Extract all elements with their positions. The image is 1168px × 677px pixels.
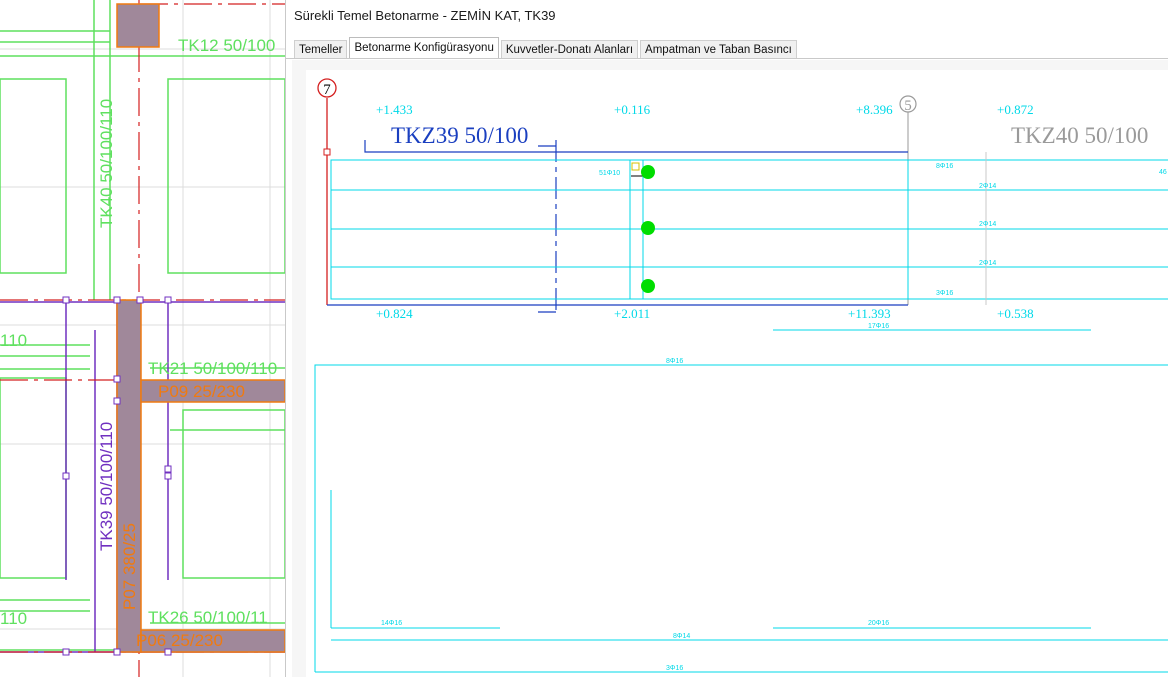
beam-elevation [330,152,1168,305]
label-p06: P06 25/230 [136,631,223,650]
label-tk26: TK26 50/100/11 [148,608,268,627]
label-tk12: TK12 50/100 [178,36,275,55]
rebar-label-3phi16-bottom: 3Φ16 [666,665,683,672]
rebar-label-14phi16: 14Φ16 [381,620,402,627]
label-tk40: TK40 50/100/110 [97,99,116,228]
beam-lines [0,300,285,653]
moment-top-3: +8.396 [856,102,893,117]
moment-bottom-2: +2.011 [614,306,650,321]
plan-grid [0,0,285,677]
rebar-label-46: 46 [1159,169,1167,176]
moment-bottom-4: +0.538 [997,306,1034,321]
axis-bubble-5: 5 [899,95,917,114]
label-p07: P07 380/25 [120,523,139,610]
moment-top-4: +0.872 [997,102,1034,117]
rebar-label-17phi16: 17Φ16 [868,323,889,330]
plan-drawing[interactable]: TK12 50/100 TK40 50/100/110 110 TK21 50/… [0,0,285,677]
rebar-label-3phi16: 3Φ16 [936,290,953,297]
rebar-label-20phi16: 20Φ16 [868,620,889,627]
rebar-label-8phi16: 8Φ16 [666,358,683,365]
stirrup-label: 51Φ10 [599,170,620,177]
label-tk21: TK21 50/100/110 [148,359,277,378]
section-bracket [327,140,908,315]
axis-label-5: 5 [904,98,912,114]
dialog-window: Sürekli Temel Betonarme - ZEMİN KAT, TK3… [285,0,1168,677]
moment-top-2: +0.116 [614,102,651,117]
axis-grip [323,148,331,156]
axis-lines [0,0,285,677]
stirrup-marker [631,162,640,171]
rebar-label-2phi14-a: 2Φ14 [979,183,996,190]
label-110-bottom: 110 [0,609,27,628]
label-tk39: TK39 50/100/110 [97,422,116,551]
moment-bottom-1: +0.824 [376,306,413,321]
rebar-label-8phi14: 8Φ14 [673,633,690,640]
rebar-label-8phi16-top: 8Φ16 [936,163,953,170]
beam-name-tkz40: TKZ40 50/100 [1011,123,1148,148]
beam-name-tkz39: TKZ39 50/100 [391,123,528,148]
axis-bubble-7: 7 [317,78,337,98]
axis-label-7: 7 [323,82,331,98]
columns [116,3,285,653]
rebar-label-2phi14-c: 2Φ14 [979,260,996,267]
moment-top-1: +1.433 [376,102,413,117]
label-110-top: 110 [0,331,27,350]
plan-view[interactable]: TK12 50/100 TK40 50/100/110 110 TK21 50/… [0,0,285,677]
rebar-label-2phi14-b: 2Φ14 [979,221,996,228]
label-p09: P09 25/230 [158,382,245,401]
rebar-bars [314,329,1168,673]
reinforcement-detail-drawing[interactable]: 7 5 +1.433 +0.116 +8.396 +0.872 TKZ39 50… [286,0,1168,677]
moment-bottom-3: +11.393 [848,306,891,321]
